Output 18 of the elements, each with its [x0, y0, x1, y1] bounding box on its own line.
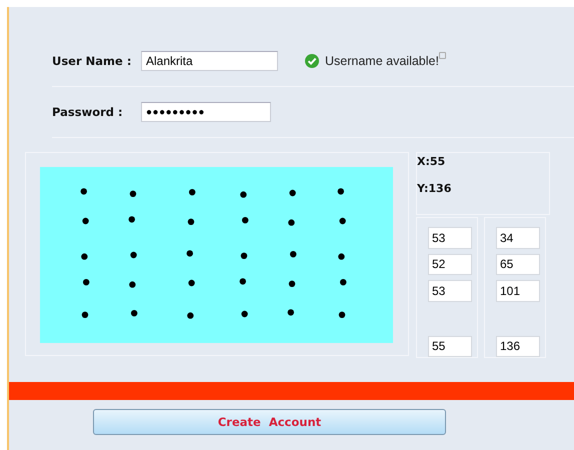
username-field[interactable]: Alankrita [141, 51, 278, 71]
square-icon [438, 52, 446, 59]
y-coordinate: Y:136 [417, 182, 452, 195]
coordinate-field[interactable]: 34 [496, 227, 540, 248]
dot-grid-drawing[interactable] [40, 167, 393, 343]
coordinate-field[interactable]: 65 [496, 254, 540, 275]
coordinate-field[interactable]: 53 [428, 280, 472, 302]
coordinate-field[interactable]: 101 [496, 280, 540, 302]
availability-message: Username available! [325, 54, 439, 68]
coordinate-field[interactable]: 53 [428, 227, 472, 248]
x-coordinate: X:55 [417, 155, 446, 168]
password-field[interactable]: ●●●●●●●●● [141, 102, 271, 122]
username-label: User Name : [52, 54, 132, 68]
coordinate-field[interactable]: 55 [428, 336, 472, 357]
coordinate-field[interactable]: 52 [428, 254, 472, 275]
password-label: Password : [52, 105, 124, 119]
create-account-button[interactable]: Create Account [93, 409, 446, 435]
coordinate-field[interactable]: 136 [496, 336, 540, 357]
